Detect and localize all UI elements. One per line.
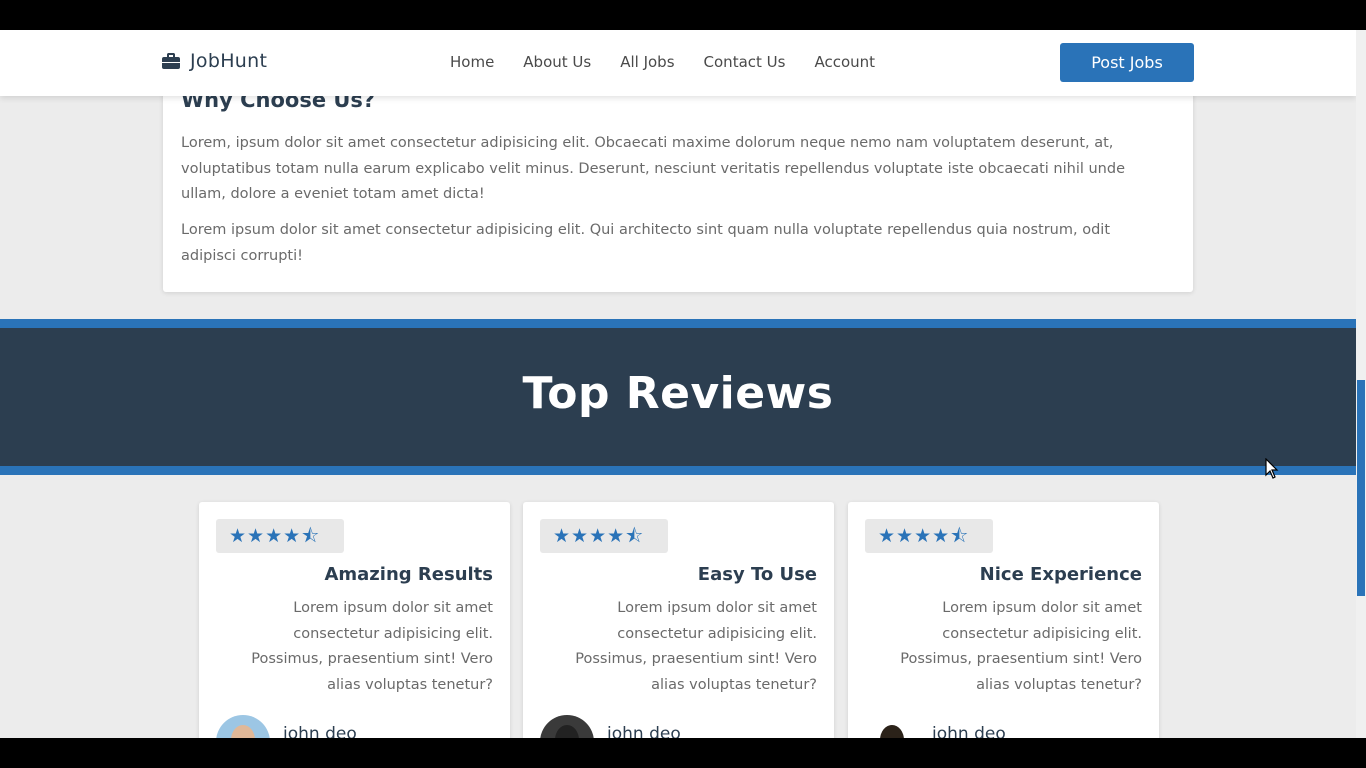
nav-all-jobs[interactable]: All Jobs <box>620 53 674 71</box>
site-header: JobHunt Home About Us All Jobs Contact U… <box>0 30 1356 96</box>
star-rating: ★ ★ ★ ★ ⯪ <box>865 519 993 553</box>
star-icon: ★ <box>878 524 896 547</box>
star-icon: ★ <box>265 524 283 547</box>
review-text: Lorem ipsum dolor sit amet consectetur a… <box>251 600 493 693</box>
nav-home[interactable]: Home <box>450 53 494 71</box>
star-icon: ★ <box>283 524 301 547</box>
reviews-banner: Top Reviews <box>0 319 1356 475</box>
top-black-bar <box>0 0 1366 30</box>
briefcase-icon <box>162 53 180 69</box>
page-viewport: Why Choose Us? Lorem, ipsum dolor sit am… <box>0 30 1356 738</box>
logo-text: JobHunt <box>190 50 268 72</box>
nav-account[interactable]: Account <box>814 53 875 71</box>
reviewer-name: john deo <box>607 724 681 738</box>
bottom-black-bar <box>0 738 1366 768</box>
review-card: ★ ★ ★ ★ ⯪ Nice Experience Lorem ipsum do… <box>848 502 1159 738</box>
nav-about-us[interactable]: About Us <box>523 53 591 71</box>
avatar <box>216 715 270 738</box>
star-icon: ★ <box>589 524 607 547</box>
star-icon: ★ <box>247 524 265 547</box>
star-icon: ★ <box>914 524 932 547</box>
star-half-icon: ⯪ <box>950 524 969 547</box>
review-text: Lorem ipsum dolor sit amet consectetur a… <box>575 600 817 693</box>
star-icon: ★ <box>607 524 625 547</box>
review-heading: Amazing Results <box>324 564 493 585</box>
page-scrollbar[interactable] <box>1356 30 1366 738</box>
star-half-icon: ⯪ <box>625 524 644 547</box>
star-icon: ★ <box>896 524 914 547</box>
avatar <box>865 715 919 738</box>
reviewer-name: john deo <box>932 724 1006 738</box>
review-card: ★ ★ ★ ★ ⯪ Easy To Use Lorem ipsum dolor … <box>523 502 834 738</box>
post-jobs-button[interactable]: Post Jobs <box>1060 43 1194 82</box>
why-choose-paragraph-1: Lorem, ipsum dolor sit amet consectetur … <box>181 135 1125 202</box>
why-choose-paragraph-2: Lorem ipsum dolor sit amet consectetur a… <box>181 222 1110 264</box>
review-heading: Easy To Use <box>697 564 817 585</box>
review-heading: Nice Experience <box>979 564 1142 585</box>
mouse-cursor-icon <box>1265 458 1279 479</box>
star-icon: ★ <box>932 524 950 547</box>
star-icon: ★ <box>229 524 247 547</box>
avatar <box>540 715 594 738</box>
star-rating: ★ ★ ★ ★ ⯪ <box>540 519 668 553</box>
review-text: Lorem ipsum dolor sit amet consectetur a… <box>900 600 1142 693</box>
reviews-title: Top Reviews <box>522 368 834 419</box>
star-rating: ★ ★ ★ ★ ⯪ <box>216 519 344 553</box>
reviewer-name: john deo <box>283 724 357 738</box>
scrollbar-thumb[interactable] <box>1357 380 1365 596</box>
star-icon: ★ <box>553 524 571 547</box>
main-nav: Home About Us All Jobs Contact Us Accoun… <box>450 53 904 71</box>
star-half-icon: ⯪ <box>301 524 320 547</box>
review-card: ★ ★ ★ ★ ⯪ Amazing Results Lorem ipsum do… <box>199 502 510 738</box>
logo[interactable]: JobHunt <box>162 50 267 72</box>
nav-contact-us[interactable]: Contact Us <box>704 53 786 71</box>
star-icon: ★ <box>571 524 589 547</box>
